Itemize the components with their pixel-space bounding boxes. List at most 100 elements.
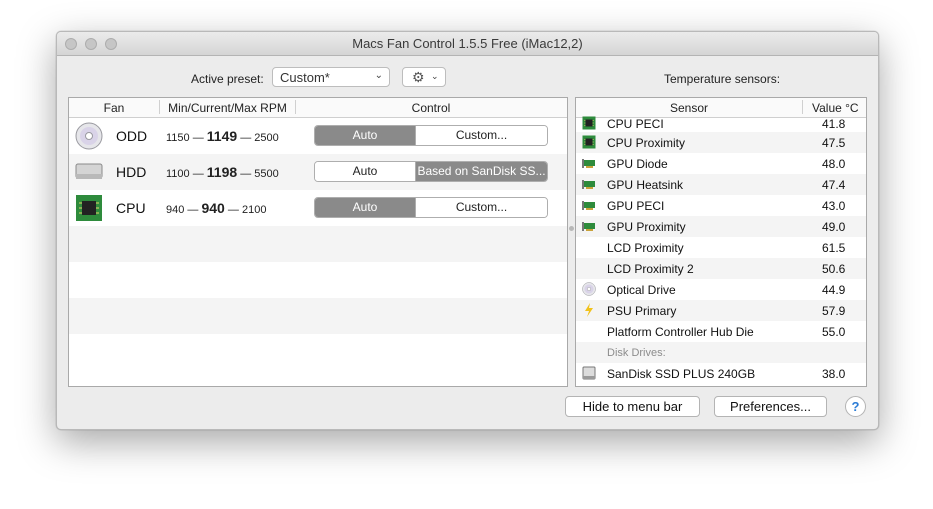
sensor-group-label: Disk Drives:	[607, 347, 666, 359]
fan-rpm-min: 1100	[166, 168, 190, 180]
dash-separator: —	[192, 168, 204, 180]
gear-icon: ⚙	[412, 69, 425, 85]
sensor-value: 49.0	[822, 220, 846, 234]
column-header-rpm[interactable]: Min/Current/Max RPM	[160, 101, 295, 115]
empty-row	[69, 262, 567, 298]
fan-rpm: 1150 — 1149 — 2500	[166, 128, 296, 144]
preset-select-value: Custom*	[280, 70, 330, 85]
sensor-value: 41.8	[822, 117, 846, 131]
fan-rpm: 1100 — 1198 — 5500	[166, 164, 296, 180]
dash-separator: —	[240, 168, 252, 180]
fan-name: ODD	[116, 128, 148, 144]
fan-rpm-max: 2500	[254, 132, 279, 144]
fan-rpm-min: 1150	[166, 132, 190, 144]
chevron-down-icon: ⌄	[431, 71, 439, 81]
column-header-sensor[interactable]: Sensor	[576, 101, 802, 115]
auto-button[interactable]: Auto	[315, 162, 416, 181]
sensor-name: LCD Proximity	[607, 241, 684, 255]
optical-drive-icon	[582, 282, 596, 296]
sensor-group-header: Disk Drives:	[576, 342, 866, 363]
fan-name: HDD	[116, 164, 147, 180]
sensor-value: 47.5	[822, 136, 846, 150]
sensor-value: 50.6	[822, 262, 846, 276]
fan-row-odd[interactable]: ODD 1150 — 1149 — 2500 Auto Custom...	[69, 118, 567, 154]
gpu-card-icon	[582, 219, 596, 233]
sensor-name: GPU Diode	[607, 157, 668, 171]
chevron-down-icon: ⌄	[374, 70, 383, 81]
sensor-value: 55.0	[822, 325, 846, 339]
preferences-button[interactable]: Preferences...	[714, 396, 827, 417]
app-window: Macs Fan Control 1.5.5 Free (iMac12,2) A…	[56, 31, 879, 430]
sensor-row[interactable]: SanDisk SSD PLUS 240GB 38.0	[576, 363, 866, 384]
hard-drive-icon	[75, 158, 105, 186]
help-button[interactable]: ?	[845, 396, 866, 417]
sensor-value: 48.0	[822, 157, 846, 171]
sensor-row[interactable]: LCD Proximity 61.5	[576, 237, 866, 258]
dash-separator: —	[240, 132, 252, 144]
sensor-value: 61.5	[822, 241, 846, 255]
fan-row-cpu[interactable]: CPU 940 — 940 — 2100 Auto Custom...	[69, 190, 567, 226]
sensor-value: 44.9	[822, 283, 846, 297]
sensor-row[interactable]: PSU Primary 57.9	[576, 300, 866, 321]
sensor-name: Platform Controller Hub Die	[607, 325, 754, 339]
fan-rpm-current: 1149	[206, 128, 238, 144]
sensors-table-header: Sensor Value °C	[576, 98, 866, 118]
sensor-name: GPU PECI	[607, 199, 665, 213]
fan-control-segmented: Auto Custom...	[314, 125, 548, 146]
sensor-name: CPU PECI	[607, 117, 664, 131]
gpu-card-icon	[582, 177, 596, 191]
fan-rpm: 940 — 940 — 2100	[166, 200, 296, 216]
fans-table-header: Fan Min/Current/Max RPM Control	[69, 98, 567, 118]
empty-row	[69, 226, 567, 262]
sensors-table: Sensor Value °C CPU PECI 41.8 CPU Proxim…	[575, 97, 867, 387]
empty-row	[69, 298, 567, 334]
cpu-chip-icon	[75, 194, 105, 222]
sensor-row[interactable]: CPU PECI 41.8	[576, 116, 866, 132]
column-header-fan[interactable]: Fan	[69, 101, 159, 115]
sensor-name: PSU Primary	[607, 304, 677, 318]
lightning-icon	[582, 303, 596, 317]
sensor-value: 47.4	[822, 178, 846, 192]
custom-control-button[interactable]: Based on SanDisk SS...	[416, 162, 547, 181]
fan-rpm-max: 5500	[254, 168, 279, 180]
split-view-divider[interactable]	[569, 226, 574, 231]
sensor-row[interactable]: GPU PECI 43.0	[576, 195, 866, 216]
sensor-name: SanDisk SSD PLUS 240GB	[607, 367, 756, 381]
window-title: Macs Fan Control 1.5.5 Free (iMac12,2)	[352, 36, 583, 51]
empty-row	[69, 334, 567, 370]
title-bar: Macs Fan Control 1.5.5 Free (iMac12,2)	[57, 32, 878, 56]
sensor-name: GPU Heatsink	[607, 178, 684, 192]
temperature-sensors-label: Temperature sensors:	[664, 72, 781, 86]
sensor-row[interactable]: Optical Drive 44.9	[576, 279, 866, 300]
dash-separator: —	[187, 204, 199, 216]
auto-button[interactable]: Auto	[315, 126, 416, 145]
sensor-row[interactable]: GPU Diode 48.0	[576, 153, 866, 174]
sensor-value: 38.0	[822, 367, 846, 381]
custom-control-button[interactable]: Custom...	[416, 126, 547, 145]
dash-separator: —	[192, 132, 204, 144]
gear-menu-button[interactable]: ⚙ ⌄	[402, 67, 446, 87]
hide-to-menu-bar-button[interactable]: Hide to menu bar	[565, 396, 700, 417]
sensor-row[interactable]: LCD Proximity 2 50.6	[576, 258, 866, 279]
fan-rpm-current: 940	[201, 200, 225, 216]
fan-name: CPU	[116, 200, 146, 216]
fan-rpm-max: 2100	[241, 204, 267, 216]
sensor-name: Optical Drive	[607, 283, 676, 297]
active-preset-label: Active preset:	[191, 72, 264, 86]
custom-control-button[interactable]: Custom...	[416, 198, 547, 217]
auto-button[interactable]: Auto	[315, 198, 416, 217]
fans-table: Fan Min/Current/Max RPM Control ODD 1150…	[68, 97, 568, 387]
sensor-name: GPU Proximity	[607, 220, 686, 234]
sensor-row[interactable]: CPU Proximity 47.5	[576, 132, 866, 153]
sensor-row[interactable]: GPU Proximity 49.0	[576, 216, 866, 237]
sensor-name: LCD Proximity 2	[607, 262, 694, 276]
preset-select[interactable]: Custom* ⌄	[272, 67, 390, 87]
gpu-card-icon	[582, 156, 596, 170]
column-header-value[interactable]: Value °C	[812, 101, 859, 115]
sensor-row[interactable]: GPU Heatsink 47.4	[576, 174, 866, 195]
column-header-control[interactable]: Control	[296, 101, 566, 115]
cpu-chip-icon	[582, 135, 596, 149]
sensor-value: 57.9	[822, 304, 846, 318]
sensor-row[interactable]: Platform Controller Hub Die 55.0	[576, 321, 866, 342]
fan-row-hdd[interactable]: HDD 1100 — 1198 — 5500 Auto Based on San…	[69, 154, 567, 190]
